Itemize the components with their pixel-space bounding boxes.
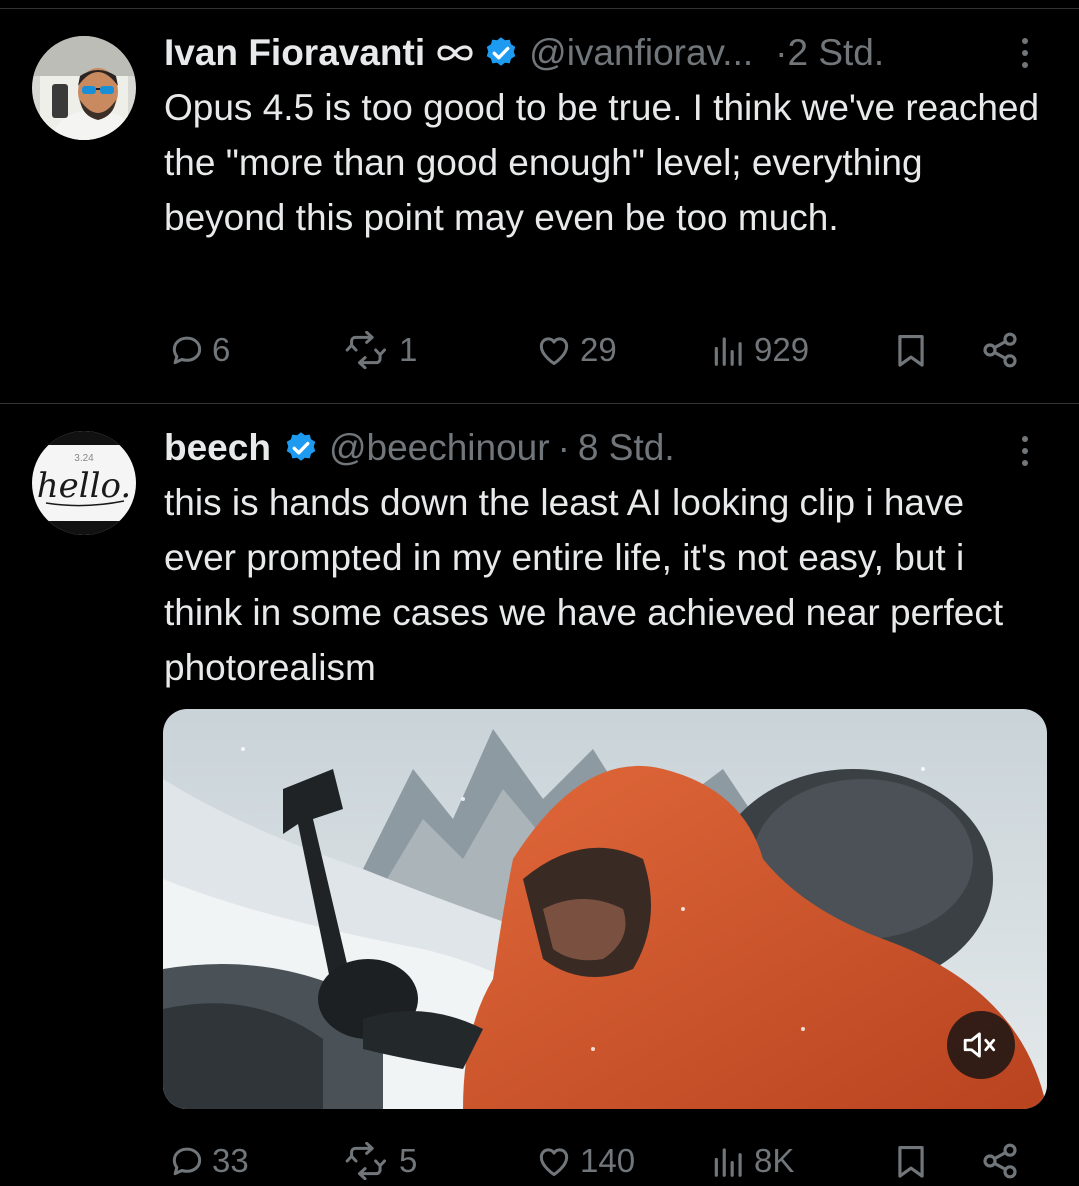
infinity-icon [435, 42, 475, 64]
repost-count: 1 [399, 331, 418, 368]
repost-icon [345, 331, 387, 369]
bookmark-button[interactable] [892, 1136, 930, 1186]
tweet-text: this is hands down the least AI looking … [164, 482, 1004, 688]
tweet-header: Ivan Fioravanti @ivanfiorav... · 2 Std. [164, 28, 1039, 78]
separator-dot: · [557, 427, 570, 468]
avatar-time-text: 3.24 [74, 453, 94, 464]
reply-count: 33 [212, 1142, 249, 1179]
author-name[interactable]: beech [164, 423, 271, 473]
avatar-hello-text: hello. [37, 466, 131, 506]
verified-badge-icon [283, 430, 319, 466]
like-count: 29 [580, 331, 617, 368]
share-button[interactable] [980, 1136, 1020, 1186]
timeline: Ivan Fioravanti @ivanfiorav... · 2 Std. … [0, 0, 1079, 1186]
repost-icon [345, 1142, 387, 1180]
tweet-divider [0, 403, 1079, 404]
like-button[interactable]: 29 [534, 325, 617, 375]
tweet-header: beech @beechinour · 8 Std. [164, 423, 1039, 473]
more-options-icon[interactable] [1011, 33, 1039, 73]
mute-icon [963, 1032, 996, 1058]
tweet-text: Opus 4.5 is too good to be true. I think… [164, 87, 1040, 238]
views-button[interactable]: 8K [710, 1136, 794, 1186]
bookmark-icon [898, 334, 924, 367]
avatar[interactable] [32, 36, 136, 140]
heart-icon [539, 337, 569, 365]
repost-button[interactable]: 1 [345, 325, 417, 375]
avatar[interactable]: 3.24 hello. [32, 431, 136, 535]
views-icon [714, 1148, 742, 1177]
separator-dot: · [775, 32, 788, 73]
share-icon [983, 332, 1017, 368]
view-count: 8K [754, 1142, 795, 1179]
share-button[interactable] [980, 325, 1020, 375]
bookmark-icon [898, 1145, 924, 1178]
heart-icon [539, 1148, 569, 1176]
reply-button[interactable]: 6 [168, 325, 230, 375]
bookmark-button[interactable] [892, 325, 930, 375]
top-divider [0, 8, 1079, 9]
tweet-actions: 33 5 140 8K [0, 1136, 1079, 1186]
tweet-actions: 6 1 29 929 [0, 325, 1079, 375]
verified-badge-icon [483, 35, 519, 71]
author-handle[interactable]: @beechinour [329, 423, 550, 473]
author-handle[interactable]: @ivanfiorav... [529, 28, 753, 78]
video-thumbnail [163, 709, 1047, 1109]
views-button[interactable]: 929 [710, 325, 809, 375]
reply-icon [172, 336, 202, 365]
author-name[interactable]: Ivan Fioravanti [164, 28, 425, 78]
more-options-icon[interactable] [1011, 431, 1039, 471]
repost-count: 5 [399, 1142, 418, 1179]
reply-button[interactable]: 33 [168, 1136, 249, 1186]
mute-button[interactable] [947, 1011, 1015, 1079]
repost-button[interactable]: 5 [345, 1136, 417, 1186]
timestamp[interactable]: 8 Std. [578, 423, 675, 473]
reply-icon [172, 1147, 202, 1176]
views-icon [714, 337, 742, 366]
like-button[interactable]: 140 [534, 1136, 635, 1186]
reply-count: 6 [212, 331, 231, 368]
video-player[interactable] [163, 709, 1047, 1109]
timestamp[interactable]: 2 Std. [787, 28, 884, 78]
share-icon [983, 1143, 1017, 1179]
view-count: 929 [754, 331, 810, 368]
like-count: 140 [580, 1142, 636, 1179]
